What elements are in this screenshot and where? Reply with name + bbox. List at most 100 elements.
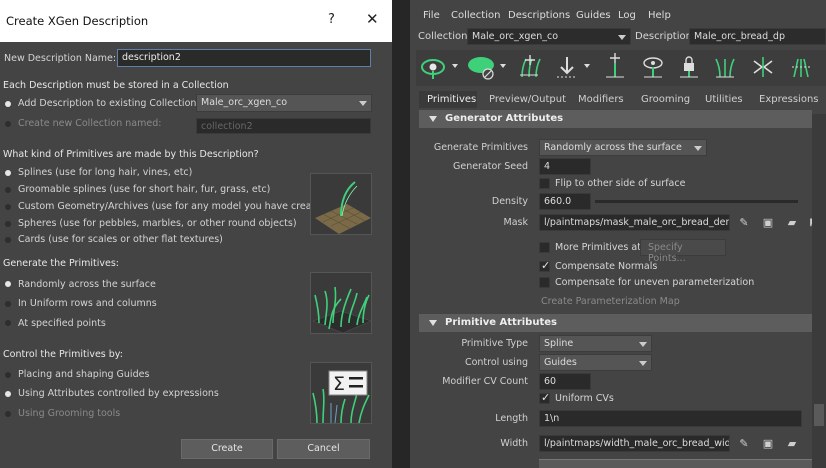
density-field[interactable]: 660.0 [539, 193, 591, 210]
radio-add-existing[interactable] [5, 101, 11, 107]
generator-seed-field[interactable]: 4 [539, 158, 591, 175]
add-guide-icon[interactable] [602, 53, 628, 81]
flip-surface-checkbox[interactable] [539, 178, 550, 189]
menu-descriptions[interactable]: Descriptions [508, 10, 570, 21]
tab-modifiers[interactable]: Modifiers [578, 94, 624, 105]
lock-guides-icon[interactable] [676, 53, 702, 81]
primitive-type-dropdown[interactable]: Spline [539, 335, 652, 352]
generate-primitives-label: Generate Primitives [433, 142, 528, 153]
window-gap [392, 0, 410, 468]
eye-menu-chevron-icon[interactable] [452, 64, 458, 68]
normalize-guides-icon[interactable] [788, 53, 814, 81]
folder-icon[interactable]: ▰ [785, 437, 799, 451]
flip-surface-label: Flip to other side of surface [555, 178, 686, 189]
save-icon[interactable]: ▣ [761, 216, 775, 230]
tab-preview-output[interactable]: Preview/Output [489, 94, 566, 105]
radio-generate-0[interactable] [5, 281, 11, 287]
cancel-button[interactable]: Cancel [277, 439, 370, 459]
radio-primitive-3[interactable] [5, 221, 11, 227]
generate-option-uniform: In Uniform rows and columns [18, 298, 157, 309]
more-primitives-label: More Primitives at [555, 242, 641, 253]
new-collection-input[interactable]: collection2 [196, 118, 371, 134]
tab-utilities[interactable]: Utilities [705, 94, 743, 105]
menu-file[interactable]: File [423, 10, 440, 21]
create-description-dialog: Create XGen Description ? ✕ New Descript… [0, 0, 392, 468]
radio-control-2[interactable] [5, 411, 11, 417]
save-icon[interactable]: ▣ [761, 437, 775, 451]
radio-generate-2[interactable] [5, 320, 11, 326]
compensate-normals-label: Compensate Normals [555, 261, 658, 272]
existing-collection-dropdown[interactable]: Male_orc_xgen_co [196, 94, 372, 112]
generate-primitives-value: Randomly across the surface [544, 142, 682, 153]
ramp-widget[interactable] [539, 459, 812, 468]
collection-dropdown[interactable]: Male_orc_xgen_co [467, 28, 631, 45]
description-value: Male_orc_bread_dp [694, 31, 785, 42]
create-parameterization-map-button[interactable]: Create Parameterization Map [541, 296, 680, 307]
tab-expressions[interactable]: Expressions [759, 94, 819, 105]
expression-editor-icon[interactable]: ✎ [737, 216, 751, 230]
radio-primitive-0[interactable] [5, 170, 11, 176]
radio-create-new[interactable] [5, 121, 11, 127]
scrollbar-thumb[interactable] [814, 404, 824, 426]
generate-option-points: At specified points [18, 318, 106, 329]
specify-points-button[interactable]: Specify Points... [640, 239, 726, 264]
menu-help[interactable]: Help [648, 10, 671, 21]
primitive-type-label: Primitive Type [461, 338, 528, 349]
menu-collection[interactable]: Collection [451, 10, 500, 21]
preview-toggle-icon[interactable] [466, 53, 494, 81]
control-option-grooming: Using Grooming tools [18, 408, 121, 419]
radio-primitive-4[interactable] [5, 237, 11, 243]
density-slider-track[interactable] [595, 200, 798, 203]
description-name-input[interactable]: description2 [117, 49, 371, 67]
generator-attributes-header[interactable]: Generator Attributes [419, 110, 812, 128]
radio-primitive-2[interactable] [5, 204, 11, 210]
radio-generate-1[interactable] [5, 301, 11, 307]
folder-icon[interactable]: ▰ [785, 216, 799, 230]
chevron-down-icon [618, 35, 626, 40]
width-label: Width [500, 438, 528, 449]
more-primitives-checkbox[interactable] [539, 242, 550, 253]
generator-attributes-title: Generator Attributes [445, 113, 564, 124]
mask-label: Mask [503, 217, 528, 228]
uniform-cvs-label: Uniform CVs [555, 393, 614, 404]
tab-grooming[interactable]: Grooming [641, 94, 690, 105]
control-using-value: Guides [544, 357, 577, 368]
uniform-cvs-checkbox[interactable] [539, 391, 550, 404]
create-button[interactable]: Create [181, 439, 273, 459]
collection-label: Collection [418, 31, 468, 42]
vertical-scrollbar[interactable] [812, 114, 826, 468]
primitive-option-cards: Cards (use for scales or other flat text… [18, 234, 223, 245]
control-using-dropdown[interactable]: Guides [539, 354, 652, 371]
description-dropdown[interactable]: Male_orc_bread_dp [689, 28, 826, 45]
radio-control-0[interactable] [5, 372, 11, 378]
width-expression-field[interactable]: l/paintmaps/width_male_orc_bread_width [539, 435, 730, 452]
chevron-down-icon [639, 342, 647, 347]
menu-guides[interactable]: Guides [576, 10, 611, 21]
place-guides-icon[interactable] [554, 53, 580, 81]
sculpt-guides-icon[interactable] [712, 53, 738, 81]
expression-editor-icon[interactable]: ✎ [737, 437, 751, 451]
preview-menu-chevron-icon[interactable] [500, 64, 506, 68]
length-expression-field[interactable]: 1\n [539, 410, 802, 427]
collapse-triangle-icon [429, 116, 437, 122]
guide-visibility-icon[interactable] [640, 53, 666, 81]
radio-control-1[interactable] [5, 391, 11, 397]
visibility-eye-icon[interactable] [420, 53, 446, 81]
radio-primitive-1[interactable] [5, 187, 11, 193]
help-icon[interactable]: ? [328, 12, 335, 27]
dialog-titlebar: Create XGen Description ? ✕ [0, 0, 392, 42]
add-primitives-icon[interactable] [516, 53, 542, 81]
flip-guides-icon[interactable] [750, 53, 776, 81]
generate-primitives-dropdown[interactable]: Randomly across the surface [539, 139, 707, 156]
menu-log[interactable]: Log [618, 10, 636, 21]
control-using-label: Control using [464, 357, 528, 368]
primitive-attributes-header[interactable]: Primitive Attributes [419, 314, 812, 332]
name-label: New Description Name: [4, 53, 117, 64]
close-icon[interactable]: ✕ [366, 10, 379, 28]
mask-expression-field[interactable]: l/paintmaps/mask_male_orc_bread_density [539, 214, 730, 231]
compensate-normals-checkbox[interactable] [539, 259, 550, 272]
control-heading: Control the Primitives by: [3, 349, 123, 360]
guides-menu-chevron-icon[interactable] [584, 64, 590, 68]
modifier-cv-count-field[interactable]: 60 [539, 373, 591, 390]
compensate-uneven-checkbox[interactable] [539, 277, 550, 288]
